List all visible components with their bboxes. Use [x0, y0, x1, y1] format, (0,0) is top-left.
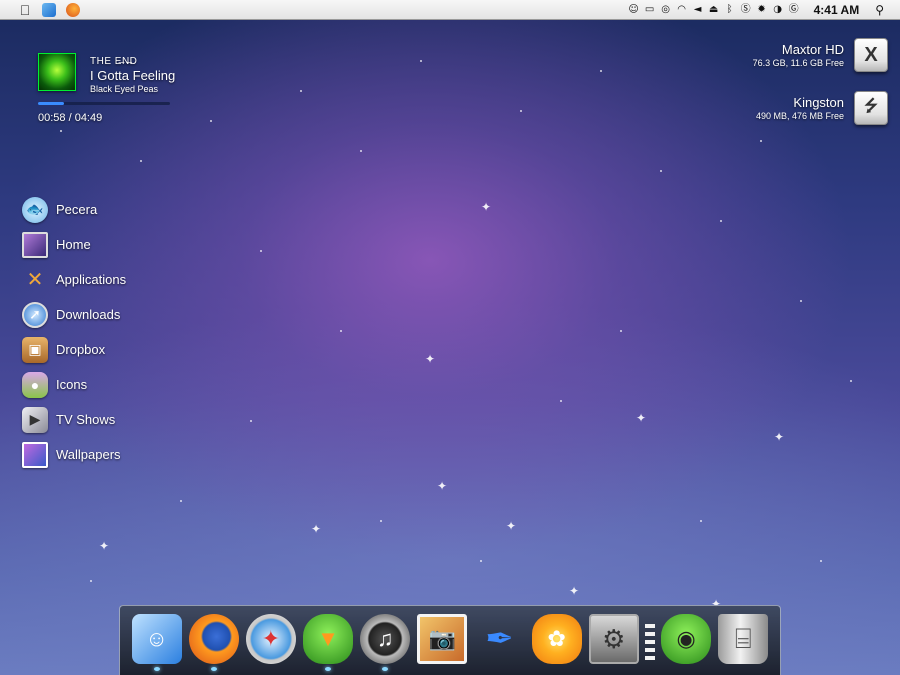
dock-item-adium[interactable]: ▼: [302, 614, 354, 671]
firefox-icon[interactable]: [66, 2, 80, 17]
volume-icon[interactable]: ◄: [692, 4, 704, 16]
alien-icon[interactable]: ☺: [628, 4, 640, 16]
place-label: Home: [56, 237, 91, 252]
dock-item-adium-bot[interactable]: ◉: [660, 614, 712, 670]
place-dropbox[interactable]: ▣ Dropbox: [22, 332, 126, 367]
place-downloads[interactable]: ➚ Downloads: [22, 297, 126, 332]
contrast-icon[interactable]: ◑: [772, 4, 784, 16]
drive-name: Maxtor HD: [781, 42, 844, 57]
dock-item-quill[interactable]: ✒: [474, 614, 526, 670]
system-preferences-icon: ⚙: [588, 614, 639, 664]
running-indicator: [325, 667, 332, 671]
imac-icon: [22, 231, 48, 258]
place-label: Downloads: [56, 307, 121, 322]
fishbowl-icon: 🐟: [22, 196, 48, 223]
album-art[interactable]: [38, 53, 76, 91]
adium-bot-icon: ◉: [661, 614, 712, 664]
apple-icon[interactable]: : [18, 2, 32, 18]
dock-item-safari[interactable]: ✦: [245, 614, 297, 670]
track-progress-bar[interactable]: [38, 102, 170, 105]
place-tv-shows[interactable]: ▶ TV Shows: [22, 402, 126, 437]
running-indicator: [153, 667, 160, 671]
eject-icon[interactable]: ⏏: [708, 4, 720, 16]
growl-icon[interactable]: Ⓖ: [788, 4, 800, 16]
dropbox-icon: ▣: [22, 336, 48, 363]
drive-name: Kingston: [793, 95, 844, 110]
skype-icon[interactable]: Ⓢ: [740, 4, 752, 16]
dock-item-trash[interactable]: ⌸: [717, 614, 769, 670]
place-label: Pecera: [56, 202, 98, 217]
album-title: THE E̶N̶D: [90, 56, 138, 67]
wallpapers-icon: [22, 441, 48, 468]
tv-icon: ▶: [22, 406, 48, 433]
dock-item-itunes[interactable]: ♫: [359, 614, 411, 671]
drive-kingston[interactable]: Kingston 490 MB, 476 MB Free ⭍: [756, 91, 888, 125]
drive-text: Maxtor HD 76.3 GB, 11.6 GB Free: [753, 42, 844, 68]
gear-icon[interactable]: ✹: [756, 4, 768, 16]
applications-icon: ✕: [26, 269, 44, 291]
dock-item-system-preferences[interactable]: ⚙: [588, 614, 640, 670]
wifi-icon[interactable]: ◠: [676, 4, 688, 16]
menu-clock[interactable]: 4:41 AM: [814, 3, 860, 17]
firefox-icon: [188, 614, 239, 664]
menu-bar-left: : [0, 2, 80, 18]
track-title: I Gotta Feeling: [90, 68, 176, 83]
dock-item-flower[interactable]: ✿: [531, 614, 583, 670]
track-artist: Black Eyed Peas: [90, 84, 159, 94]
sync-icon[interactable]: ◎: [660, 4, 672, 16]
track-progress-fill: [38, 102, 65, 105]
drive-icon[interactable]: ▭: [644, 4, 656, 16]
quill-icon: ✒: [485, 620, 514, 658]
trash-icon: ⌸: [718, 614, 769, 664]
place-label: Wallpapers: [56, 447, 121, 462]
adium-icon: ▼: [303, 614, 354, 664]
running-indicator: [210, 667, 217, 671]
dock-item-firefox[interactable]: [188, 614, 240, 671]
places-list: 🐟 Pecera Home ✕ Applications ➚ Downloads…: [22, 192, 126, 472]
usb-drive-icon[interactable]: ⭍: [854, 91, 888, 125]
finder-icon[interactable]: [42, 2, 56, 17]
dock-item-finder[interactable]: ☺: [131, 614, 183, 671]
place-home[interactable]: Home: [22, 227, 126, 262]
jar-icon: ●: [22, 371, 48, 398]
safari-icon: ✦: [245, 614, 296, 664]
drive-info: 490 MB, 476 MB Free: [755, 111, 844, 121]
menu-bar:  ☺ ▭ ◎ ◠ ◄ ⏏ ᛒ Ⓢ ✹ ◑ Ⓖ 4:41 AM ⚲: [0, 0, 900, 20]
place-pecera[interactable]: 🐟 Pecera: [22, 192, 126, 227]
magnifier-icon[interactable]: ⚲: [875, 3, 884, 17]
place-icons[interactable]: ● Icons: [22, 367, 126, 402]
place-label: Applications: [56, 272, 127, 287]
place-label: Dropbox: [56, 342, 106, 357]
itunes-headphones-icon: ♫: [360, 614, 411, 664]
finder-icon: ☺: [131, 614, 182, 664]
x-drive-icon[interactable]: X: [854, 38, 888, 72]
place-wallpapers[interactable]: Wallpapers: [22, 437, 126, 472]
place-label: TV Shows: [56, 412, 116, 427]
place-label: Icons: [56, 377, 88, 392]
bluetooth-icon[interactable]: ᛒ: [724, 4, 736, 16]
dock-separator: [644, 614, 655, 670]
menu-bar-tray: ☺ ▭ ◎ ◠ ◄ ⏏ ᛒ Ⓢ ✹ ◑ Ⓖ 4:41 AM ⚲: [628, 0, 884, 20]
drive-text: Kingston 490 MB, 476 MB Free: [756, 95, 844, 121]
place-applications[interactable]: ✕ Applications: [22, 262, 127, 297]
flower-icon: ✿: [531, 614, 582, 664]
drive-maxtor[interactable]: Maxtor HD 76.3 GB, 11.6 GB Free X: [753, 38, 888, 72]
now-playing-text: THE E̶N̶D I Gotta Feeling Black Eyed Pea…: [90, 56, 175, 94]
drive-info: 76.3 GB, 11.6 GB Free: [752, 58, 844, 68]
running-indicator: [382, 667, 389, 671]
safari-download-icon: ➚: [22, 301, 48, 328]
dock: ☺ ✦ ▼ ♫ 📷 ✒ ✿ ⚙ ◉ ⌸: [119, 605, 781, 675]
track-time: 00:58 / 04:49: [38, 112, 103, 124]
iphoto-icon: 📷: [417, 614, 468, 664]
dock-item-iphoto[interactable]: 📷: [416, 614, 468, 670]
